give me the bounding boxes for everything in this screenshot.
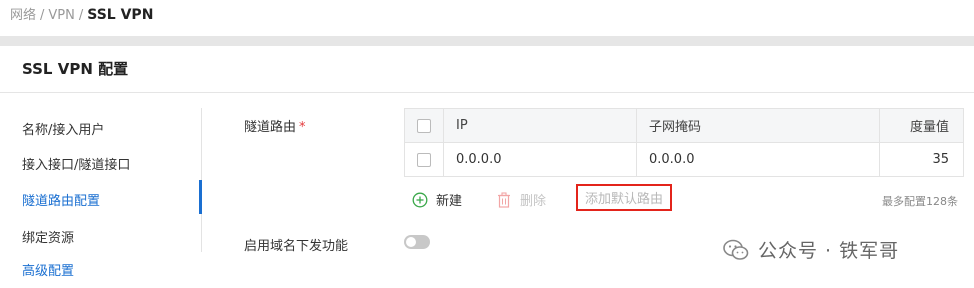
wechat-icon: [723, 239, 749, 260]
table-row[interactable]: 0.0.0.0 0.0.0.0 35: [404, 142, 964, 177]
column-header-mask: 子网掩码: [636, 108, 880, 143]
breadcrumb-item-network[interactable]: 网络: [10, 8, 36, 23]
route-table: IP 子网掩码 度量值 0.0.0.0 0.0.0.0 35: [404, 108, 964, 177]
cell-ip: 0.0.0.0: [443, 142, 637, 177]
nav-item-advanced[interactable]: 高级配置: [22, 260, 74, 279]
breadcrumb-separator: /: [78, 8, 84, 23]
delete-button-label: 删除: [520, 194, 547, 209]
breadcrumb-item-vpn[interactable]: VPN: [48, 8, 74, 23]
domain-push-toggle[interactable]: [404, 235, 430, 249]
column-header-metric: 度量值: [879, 108, 964, 143]
nav-item-bind-resources[interactable]: 绑定资源: [22, 227, 74, 246]
trash-icon: [498, 191, 510, 208]
breadcrumb: 网络 / VPN / SSL VPN: [10, 4, 153, 23]
watermark: 公众号 · 铁军哥: [722, 236, 899, 263]
watermark-text: 公众号 · 铁军哥: [758, 240, 900, 262]
page-title: SSL VPN 配置: [22, 60, 129, 78]
nav-item-tunnel-routes[interactable]: 隧道路由配置: [22, 190, 100, 209]
plus-circle-icon: [412, 192, 428, 207]
breadcrumb-current: SSL VPN: [87, 7, 154, 23]
delete-button[interactable]: 删除: [497, 190, 546, 209]
row-checkbox[interactable]: [417, 152, 431, 167]
title-divider: [0, 92, 974, 93]
domain-push-label: 启用域名下发功能: [244, 239, 349, 254]
max-entries-note: 最多配置128条: [882, 195, 958, 208]
nav-active-indicator: [199, 180, 202, 214]
required-mark: *: [299, 120, 306, 135]
table-header-row: IP 子网掩码 度量值: [404, 108, 964, 143]
tunnel-route-label: 隧道路由 *: [244, 116, 306, 135]
toggle-knob: [406, 237, 416, 247]
add-default-route-button[interactable]: 添加默认路由: [576, 184, 672, 211]
select-all-checkbox[interactable]: [417, 118, 431, 133]
row-select-cell: [404, 142, 444, 177]
breadcrumb-separator: /: [40, 8, 45, 23]
cell-mask: 0.0.0.0: [636, 142, 880, 177]
column-header-ip: IP: [443, 108, 637, 143]
cell-metric: 35: [879, 142, 964, 177]
new-button[interactable]: 新建: [412, 190, 462, 209]
tunnel-route-label-text: 隧道路由: [244, 120, 297, 135]
header-divider-band: [0, 36, 974, 46]
new-button-label: 新建: [436, 194, 463, 209]
nav-item-interfaces[interactable]: 接入接口/隧道接口: [22, 154, 130, 173]
nav-item-name-users[interactable]: 名称/接入用户: [22, 119, 104, 138]
select-all-cell: [404, 108, 444, 143]
